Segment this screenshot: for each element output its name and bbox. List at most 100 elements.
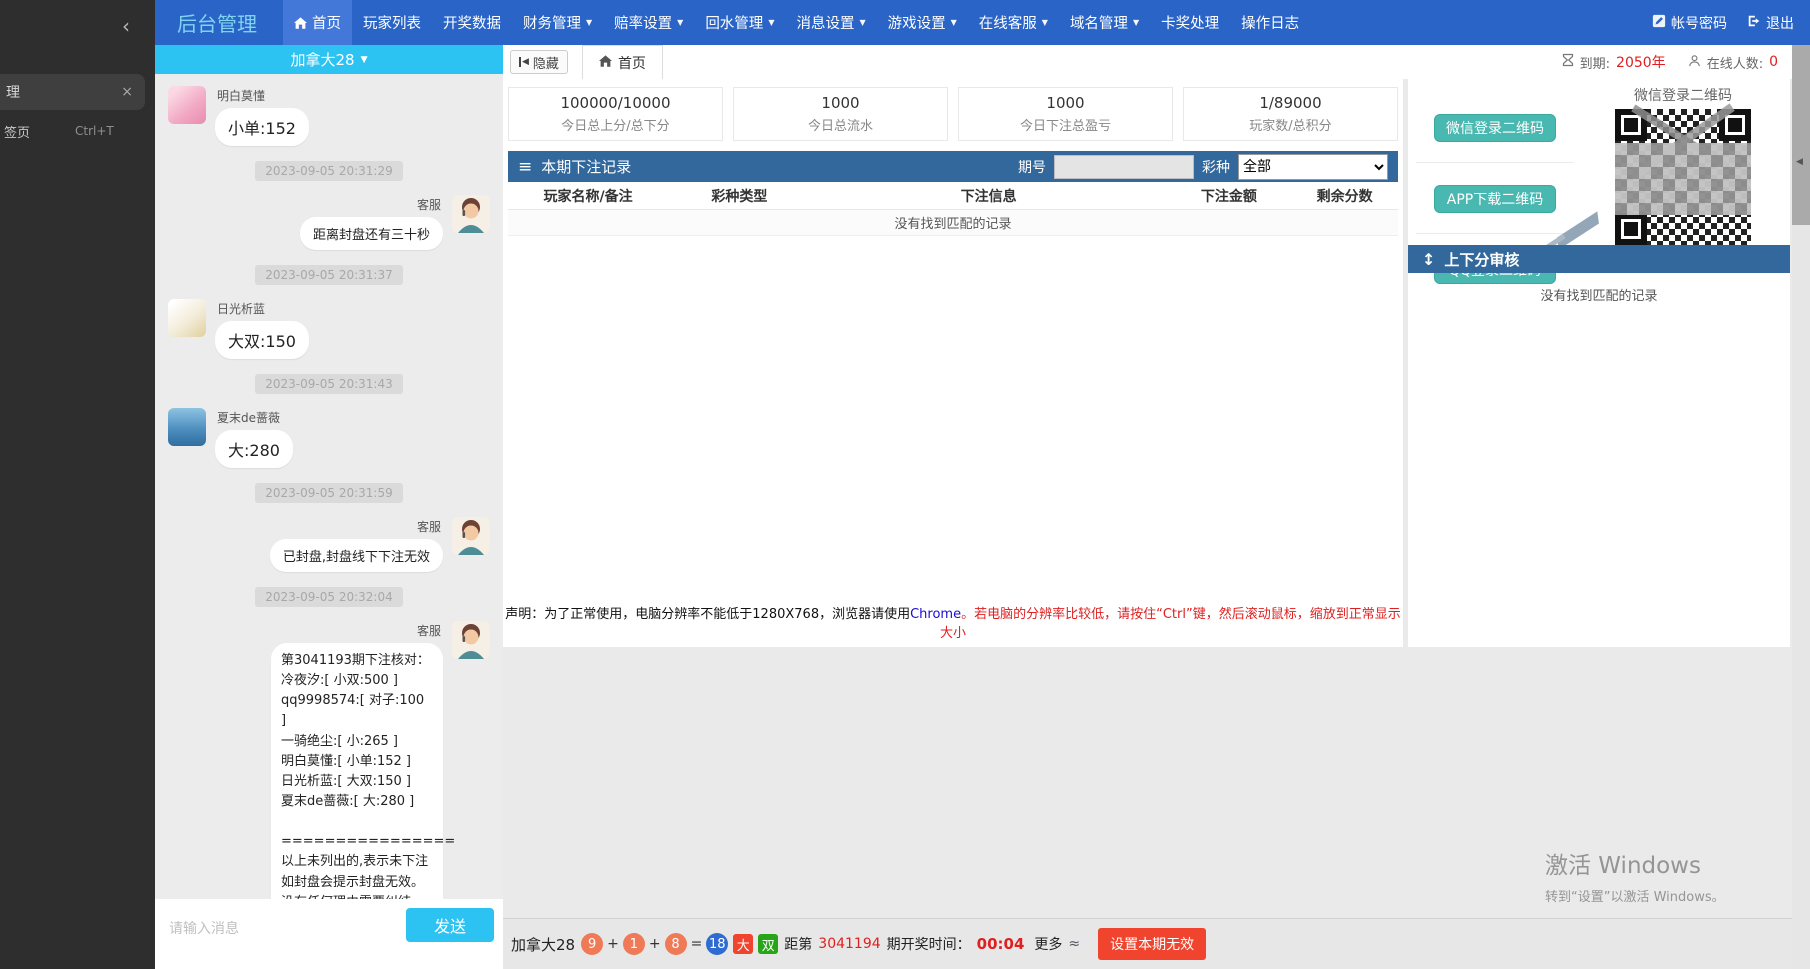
collapse-chevron-icon[interactable]: ‹ xyxy=(122,14,130,38)
chevron-down-icon: ▼ xyxy=(361,55,368,65)
watermark-line1: 激活 Windows xyxy=(1545,846,1725,880)
chat-message: 日光析蓝大双:150 xyxy=(168,299,490,359)
qr-block: 微信登录二维码 xyxy=(1594,85,1772,245)
online-label: 在线人数: xyxy=(1707,53,1763,72)
avatar xyxy=(452,195,490,233)
sender-name: 客服 xyxy=(417,518,441,535)
chat-room-title: 加拿大28 xyxy=(290,49,354,70)
top-navbar: 后台管理 首页玩家列表开奖数据财务管理▼赔率设置▼回水管理▼消息设置▼游戏设置▼… xyxy=(155,0,1810,45)
nav-item-8[interactable]: 在线客服▼ xyxy=(968,0,1059,45)
divider xyxy=(1416,233,1574,234)
nav-item-9[interactable]: 域名管理▼ xyxy=(1059,0,1150,45)
app-title: 后台管理 xyxy=(177,8,257,37)
nav-item-label: 回水管理 xyxy=(705,12,763,33)
nav-item-3[interactable]: 财务管理 ▼ xyxy=(512,0,603,45)
message-bubble: 大双:150 xyxy=(215,321,309,359)
new-tab-item[interactable]: 签页 Ctrl+T xyxy=(0,118,155,144)
chrome-link[interactable]: Chrome xyxy=(910,607,961,622)
chat-messages: 明白莫懂小单:1522023-09-05 20:31:29客服距离封盘还有三十秒… xyxy=(155,74,503,899)
nav-item-5[interactable]: 回水管理 ▼ xyxy=(694,0,785,45)
logout-button[interactable]: 退出 xyxy=(1747,13,1794,33)
column-header: 剩余分数 xyxy=(1291,186,1398,206)
scrollbar-thumb[interactable] xyxy=(1792,45,1810,225)
qr-eye-icon xyxy=(1615,213,1647,245)
column-header: 下注信息 xyxy=(811,186,1167,206)
nav-item-0[interactable]: 首页 xyxy=(283,0,352,45)
chat-room-selector[interactable]: 加拿大28 ▼ xyxy=(155,45,503,74)
qr-censor-block xyxy=(1615,143,1751,215)
issue-input[interactable] xyxy=(1054,155,1194,179)
more-icon[interactable]: ≈ xyxy=(1068,936,1080,952)
close-icon[interactable]: × xyxy=(121,84,133,100)
stat-card-0: 100000/10000今日总上分/总下分 xyxy=(508,87,723,141)
home-icon xyxy=(599,55,612,71)
bet-table-empty: 没有找到匹配的记录 xyxy=(508,210,1398,236)
timestamp-text: 2023-09-05 20:31:37 xyxy=(255,265,402,285)
hide-sidebar-button[interactable]: ◀ 隐藏 xyxy=(510,50,568,74)
nav-item-label: 财务管理 xyxy=(523,12,581,33)
timestamp-text: 2023-09-05 20:31:43 xyxy=(255,374,402,394)
message-body: 明白莫懂小单:152 xyxy=(215,86,309,146)
sender-name: 明白莫懂 xyxy=(217,87,307,104)
scrollbar-arrow-icon: ◀ xyxy=(1796,157,1803,167)
send-button[interactable]: 发送 xyxy=(406,908,494,942)
nav-item-4[interactable]: 赔率设置▼ xyxy=(603,0,694,45)
chevron-down-icon: ▼ xyxy=(768,18,774,27)
stat-value: 1/89000 xyxy=(1259,94,1321,112)
lottery-label: 彩种 xyxy=(1202,157,1230,177)
hide-label: 隐藏 xyxy=(533,53,559,72)
nav-item-7[interactable]: 游戏设置▼ xyxy=(877,0,968,45)
avatar xyxy=(168,408,206,446)
message-body: 客服已封盘,封盘线下下注无效 xyxy=(270,517,443,572)
browser-tab[interactable]: 理 × xyxy=(0,74,145,110)
chat-timestamp: 2023-09-05 20:31:59 xyxy=(155,482,503,503)
issue-label: 期号 xyxy=(1018,157,1046,177)
stat-card-1: 1000今日总流水 xyxy=(733,87,948,141)
expiry-value: 2050年 xyxy=(1616,52,1666,72)
browser-tab-label: 理 xyxy=(6,82,20,102)
nav-item-11[interactable]: 操作日志 xyxy=(1230,0,1310,45)
plus-sign: + xyxy=(649,936,661,952)
nav-item-label: 开奖数据 xyxy=(443,12,501,33)
expiry-label: 到期: xyxy=(1580,53,1610,72)
qr-button-0[interactable]: 微信登录二维码 xyxy=(1434,114,1556,142)
navbar-right: 帐号密码 退出 xyxy=(1652,13,1810,33)
nav-item-label: 操作日志 xyxy=(1241,12,1299,33)
result-tag: 大 xyxy=(733,934,753,954)
logout-label: 退出 xyxy=(1766,13,1794,33)
home-icon xyxy=(294,17,307,29)
draw-number: 9 xyxy=(581,933,603,955)
nav-item-1[interactable]: 玩家列表 xyxy=(352,0,432,45)
chat-message-input[interactable] xyxy=(169,921,399,937)
lottery-select[interactable]: 全部 xyxy=(1238,154,1388,180)
nav-item-6[interactable]: 消息设置▼ xyxy=(785,0,876,45)
equals-sign: = xyxy=(691,936,703,952)
chevron-down-icon: ▼ xyxy=(586,18,592,27)
chat-message: 明白莫懂小单:152 xyxy=(168,86,490,146)
issue-number: 3041194 xyxy=(818,936,880,952)
more-button[interactable]: 更多 xyxy=(1034,934,1062,954)
chevron-down-icon: ▼ xyxy=(677,18,683,27)
sender-name: 夏末de蔷薇 xyxy=(217,409,291,426)
result-tag: 双 xyxy=(758,934,778,954)
column-header: 下注金额 xyxy=(1167,186,1292,206)
stat-value: 1000 xyxy=(1046,94,1084,112)
nav-item-2[interactable]: 开奖数据 xyxy=(432,0,512,45)
nav-item-10[interactable]: 卡奖处理 xyxy=(1150,0,1230,45)
invalidate-round-button[interactable]: 设置本期无效 xyxy=(1098,928,1206,960)
message-body: 夏末de蔷薇大:280 xyxy=(215,408,293,468)
game-status-bar: 加拿大28 9+1+8=18大双 距第3041194期开奖时间： 00:04 更… xyxy=(503,918,1792,969)
page-scrollbar[interactable]: ◀ xyxy=(1792,45,1810,969)
account-password-button[interactable]: 帐号密码 xyxy=(1652,13,1727,33)
stat-label: 今日总上分/总下分 xyxy=(561,115,669,134)
chat-message: 客服已封盘,封盘线下下注无效 xyxy=(168,517,490,572)
countdown-timer: 00:04 xyxy=(977,935,1025,953)
message-bubble: 大:280 xyxy=(215,430,293,468)
tab-home[interactable]: 首页 xyxy=(582,45,663,79)
nav-item-label: 在线客服 xyxy=(979,12,1037,33)
bet-panel-header: ≡ 本期下注记录 期号 彩种 全部 xyxy=(508,151,1398,182)
qr-button-1[interactable]: APP下载二维码 xyxy=(1434,185,1556,213)
message-bubble: 小单:152 xyxy=(215,108,309,146)
watermark-line2: 转到“设置”以激活 Windows。 xyxy=(1545,886,1725,905)
nav-item-label: 域名管理 xyxy=(1070,12,1128,33)
